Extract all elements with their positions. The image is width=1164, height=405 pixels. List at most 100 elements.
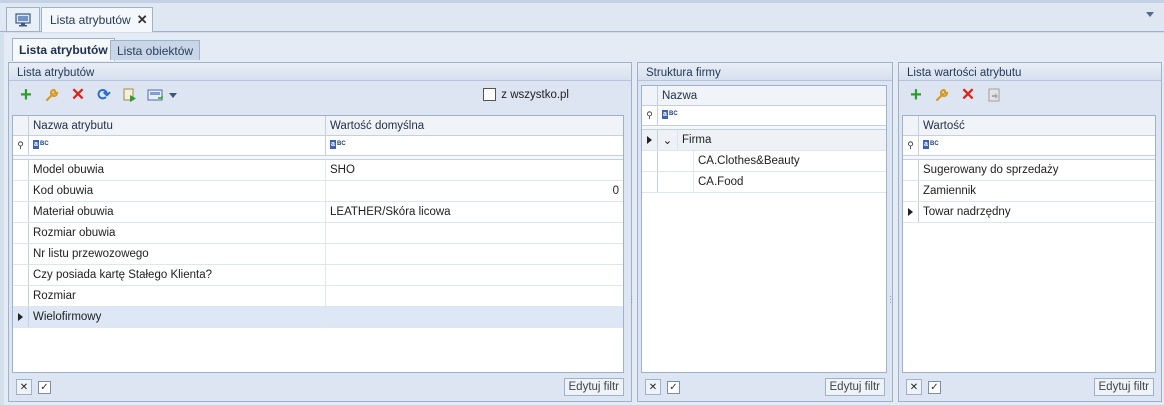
row-indicator bbox=[642, 151, 658, 171]
table-row-selected[interactable]: Wielofirmowy bbox=[13, 307, 623, 328]
tree-node-label: CA.Food bbox=[698, 176, 744, 188]
tab-list-dropdown-icon[interactable] bbox=[1146, 12, 1154, 17]
attribute-name-cell: Model obuwia bbox=[29, 160, 326, 180]
tree-node-child[interactable]: CA.Food bbox=[642, 172, 886, 193]
filter-attribute-name[interactable]: BC bbox=[29, 136, 326, 155]
all-companies-checkbox-label: z wszystko.pl bbox=[501, 88, 569, 101]
row-indicator bbox=[13, 265, 29, 285]
attributes-filter-row: ⚲ BC BC bbox=[13, 136, 623, 156]
tree-node-child[interactable]: CA.Clothes&Beauty bbox=[642, 151, 886, 172]
text-filter-icon: BC bbox=[33, 140, 49, 149]
row-indicator bbox=[642, 172, 658, 192]
clear-filter-icon[interactable]: ✕ bbox=[645, 379, 661, 395]
default-value-cell bbox=[326, 265, 623, 285]
tree-indent bbox=[658, 172, 694, 192]
header-indicator bbox=[13, 116, 29, 135]
table-row-selected[interactable]: Towar nadrzędny bbox=[903, 202, 1155, 223]
export-icon[interactable] bbox=[145, 84, 167, 106]
attribute-name-cell: Kod obuwia bbox=[29, 181, 326, 201]
document-tab[interactable]: Lista atrybutów ✕ bbox=[41, 7, 153, 32]
column-default-value[interactable]: Wartość domyślna bbox=[326, 116, 623, 135]
table-row[interactable]: Sugerowany do sprzedaży bbox=[903, 160, 1155, 181]
default-value-cell bbox=[326, 286, 623, 306]
tree-node-label: CA.Clothes&Beauty bbox=[698, 155, 800, 167]
clear-filter-icon[interactable]: ✕ bbox=[16, 379, 32, 395]
filter-enabled-checkbox[interactable]: ✓ bbox=[928, 380, 941, 394]
table-row[interactable]: Nr listu przewozowego bbox=[13, 244, 623, 265]
column-attribute-name[interactable]: Nazwa atrybutu bbox=[29, 116, 326, 135]
table-row[interactable]: Rozmiar bbox=[13, 286, 623, 307]
values-panel-title: Lista wartości atrybutu bbox=[899, 63, 1161, 81]
filter-value[interactable]: BC bbox=[919, 136, 1155, 155]
structure-panel-title: Struktura firmy bbox=[638, 63, 892, 81]
table-row[interactable]: Czy posiada kartę Stałego Klienta? bbox=[13, 265, 623, 286]
attributes-panel-title: Lista atrybutów bbox=[9, 63, 631, 81]
structure-grid-header: Nazwa bbox=[642, 86, 886, 106]
copy-icon[interactable] bbox=[983, 84, 1005, 106]
default-value-cell bbox=[326, 307, 623, 327]
row-pointer-icon bbox=[642, 130, 658, 150]
value-cell: Sugerowany do sprzedaży bbox=[923, 164, 1059, 176]
all-companies-checkbox-area[interactable]: z wszystko.pl bbox=[483, 88, 569, 101]
values-grid: Wartość ⚲ BC Sugerowany do sprzedaży Zam… bbox=[902, 115, 1156, 373]
structure-panel: Struktura firmy Nazwa ⚲ BC ⌄ Firma CA.Cl… bbox=[637, 62, 893, 402]
attribute-name-cell: Materiał obuwia bbox=[29, 202, 326, 222]
row-indicator bbox=[13, 244, 29, 264]
edit-wrench-icon[interactable] bbox=[41, 84, 63, 106]
clear-filter-icon[interactable]: ✕ bbox=[906, 379, 922, 395]
filter-enabled-checkbox[interactable]: ✓ bbox=[667, 380, 680, 394]
value-cell: Towar nadrzędny bbox=[923, 206, 1011, 218]
structure-footer: ✕ ✓ Edytuj filtr bbox=[641, 376, 889, 398]
filter-enabled-checkbox[interactable]: ✓ bbox=[38, 380, 51, 394]
add-icon[interactable]: + bbox=[15, 84, 37, 106]
table-row[interactable]: Kod obuwia 0 bbox=[13, 181, 623, 202]
all-companies-checkbox[interactable] bbox=[483, 88, 497, 101]
attribute-name-cell: Rozmiar bbox=[29, 286, 326, 306]
table-row[interactable]: Zamiennik bbox=[903, 181, 1155, 202]
attributes-grid: Nazwa atrybutu Wartość domyślna ⚲ BC BC … bbox=[12, 115, 624, 373]
attribute-name-cell: Wielofirmowy bbox=[29, 307, 326, 327]
home-tab[interactable] bbox=[6, 7, 40, 31]
edit-filter-button[interactable]: Edytuj filtr bbox=[824, 378, 885, 396]
default-value-cell: LEATHER/Skóra licowa bbox=[330, 206, 451, 218]
table-row[interactable]: Model obuwia SHO bbox=[13, 160, 623, 181]
edit-filter-button[interactable]: Edytuj filtr bbox=[1093, 378, 1154, 396]
main-content: Lista atrybutów Lista obiektów Lista atr… bbox=[4, 33, 1164, 405]
values-panel: Lista wartości atrybutu + ✕ Wartość ⚲ BC bbox=[898, 62, 1162, 402]
tab-object-list[interactable]: Lista obiektów bbox=[110, 40, 201, 60]
values-toolbar: + ✕ bbox=[899, 81, 1161, 109]
header-indicator bbox=[903, 116, 919, 135]
close-icon[interactable]: ✕ bbox=[137, 12, 148, 28]
table-row[interactable]: Rozmiar obuwia bbox=[13, 223, 623, 244]
filter-pin-icon: ⚲ bbox=[903, 136, 919, 155]
table-row[interactable]: Materiał obuwia LEATHER/Skóra licowa bbox=[13, 202, 623, 223]
add-icon[interactable]: + bbox=[905, 84, 927, 106]
tab-attribute-list[interactable]: Lista atrybutów bbox=[12, 38, 115, 61]
tree-node-root[interactable]: ⌄ Firma bbox=[642, 130, 886, 151]
edit-wrench-icon[interactable] bbox=[931, 84, 953, 106]
delete-icon[interactable]: ✕ bbox=[957, 84, 979, 106]
default-value-cell: 0 bbox=[612, 185, 619, 197]
structure-filter-row: ⚲ BC bbox=[642, 106, 886, 126]
run-icon[interactable] bbox=[119, 84, 141, 106]
splitter-handle[interactable]: · · · bbox=[889, 292, 892, 308]
filter-pin-icon: ⚲ bbox=[13, 136, 29, 155]
attributes-grid-header: Nazwa atrybutu Wartość domyślna bbox=[13, 116, 623, 136]
filter-pin-icon: ⚲ bbox=[642, 106, 658, 125]
row-indicator bbox=[903, 181, 919, 201]
edit-filter-button[interactable]: Edytuj filtr bbox=[563, 378, 624, 396]
delete-icon[interactable]: ✕ bbox=[67, 84, 89, 106]
text-filter-icon: BC bbox=[923, 140, 939, 149]
chevron-down-icon[interactable] bbox=[169, 92, 177, 98]
values-footer: ✕ ✓ Edytuj filtr bbox=[902, 376, 1158, 398]
chevron-down-icon[interactable]: ⌄ bbox=[658, 130, 678, 150]
document-tab-bar: Lista atrybutów ✕ bbox=[0, 0, 1164, 32]
column-name[interactable]: Nazwa bbox=[658, 86, 886, 105]
column-value[interactable]: Wartość bbox=[919, 116, 1155, 135]
row-indicator bbox=[13, 286, 29, 306]
splitter-handle[interactable]: · · · bbox=[630, 292, 633, 308]
filter-name[interactable]: BC bbox=[658, 106, 886, 125]
values-grid-header: Wartość bbox=[903, 116, 1155, 136]
filter-default-value[interactable]: BC bbox=[326, 136, 623, 155]
refresh-icon[interactable]: ⟳ bbox=[93, 84, 115, 106]
